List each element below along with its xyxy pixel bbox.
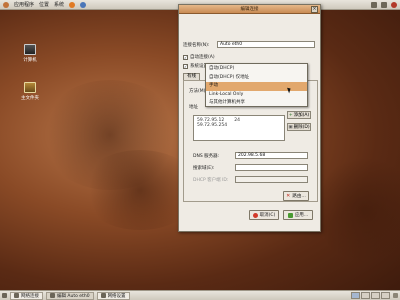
wallpaper-swirl: [320, 150, 400, 270]
delete-address-button[interactable]: ▣ 删除(D): [287, 123, 311, 131]
taskbar-item-label: 网络设置: [107, 293, 126, 299]
delete-address-label: 删除(D): [293, 125, 310, 130]
add-icon: +: [288, 112, 293, 118]
edit-icon: [50, 293, 55, 298]
workspace-4[interactable]: [381, 292, 390, 299]
firefox-icon[interactable]: [69, 1, 76, 8]
trash-icon[interactable]: [393, 293, 398, 298]
connection-name-input[interactable]: Auto eth0: [217, 41, 315, 48]
menu-applications[interactable]: 应用程序: [14, 1, 34, 8]
menu-item-dhcp[interactable]: 自动(DHCP): [206, 65, 307, 74]
search-domains-label: 搜索域(E):: [193, 166, 215, 171]
search-domains-row: 搜索域(E):: [193, 165, 214, 171]
addresses-label: 地址: [189, 105, 198, 110]
show-desktop-icon[interactable]: [2, 293, 7, 298]
status-area: [371, 1, 397, 8]
menu-places[interactable]: 位置: [39, 1, 49, 8]
cancel-button[interactable]: 取消(C): [249, 210, 279, 220]
dhcp-client-row: DHCP 客户端 ID:: [193, 177, 228, 183]
menu-item-shared[interactable]: 与其他计算机共享: [206, 99, 307, 108]
close-icon[interactable]: ×: [311, 6, 318, 13]
help-icon[interactable]: [80, 1, 87, 8]
auto-connect-checkbox[interactable]: ✓: [183, 54, 188, 60]
connection-name-label: 连接名称(N):: [183, 43, 210, 48]
workspace-switcher[interactable]: [351, 292, 390, 299]
cancel-icon: [252, 212, 258, 218]
dhcp-client-label: DHCP 客户端 ID:: [193, 178, 229, 183]
desktop-icon-label: 计算机: [23, 58, 37, 63]
apply-button[interactable]: 应用…: [283, 210, 313, 220]
menu-item-dhcp-address-only[interactable]: 自动(DHCP) 仅地址: [206, 74, 307, 83]
dialog-titlebar[interactable]: 编辑连接 ×: [179, 5, 320, 14]
connection-name-row: 连接名称(N):: [183, 42, 209, 48]
menu-system[interactable]: 系统: [54, 1, 64, 8]
desktop-home[interactable]: 主文件夹: [19, 82, 41, 101]
system-settings-checkbox[interactable]: ✓: [183, 63, 188, 69]
workspace-2[interactable]: [361, 292, 370, 299]
dialog-title: 编辑连接: [240, 7, 259, 12]
address-list[interactable]: 59.72.95.12 24 59.72.95.254: [193, 115, 285, 141]
desktop-computer[interactable]: 计算机: [19, 44, 41, 63]
taskbar-item[interactable]: 网络设置: [96, 291, 130, 300]
tab-strip: 有线: [183, 73, 200, 80]
dns-input[interactable]: 202.98.5.68: [235, 152, 308, 159]
cancel-label: 取消(C): [259, 213, 276, 218]
dhcp-client-input[interactable]: [235, 176, 308, 183]
settings-icon: [100, 293, 106, 298]
taskbar-item-label: 网络连接: [21, 293, 39, 299]
add-address-button[interactable]: + 添加(A): [287, 111, 311, 119]
auto-connect-label: 自动连接(A): [190, 55, 215, 60]
computer-icon: [24, 44, 36, 55]
home-folder-icon: [24, 82, 36, 93]
auto-connect-row[interactable]: ✓ 自动连接(A): [183, 54, 215, 60]
ubuntu-logo-icon[interactable]: [3, 1, 9, 8]
menu-item-manual[interactable]: 手动: [206, 82, 307, 91]
taskbar-item[interactable]: 网络连接: [10, 291, 43, 300]
routes-icon: ✕: [286, 193, 291, 199]
taskbar-item[interactable]: 编辑 Auto eth0: [46, 291, 94, 300]
method-dropdown-menu[interactable]: 自动(DHCP) 自动(DHCP) 仅地址 手动 Link-Local Only…: [205, 63, 308, 107]
add-address-label: 添加(A): [293, 113, 310, 118]
addresses-row: 地址: [189, 104, 198, 110]
tab-wired[interactable]: 有线: [183, 73, 200, 80]
workspace-1[interactable]: [351, 292, 360, 299]
power-icon[interactable]: [391, 1, 397, 8]
network-icon[interactable]: [371, 1, 377, 8]
delete-icon: ▣: [288, 124, 293, 130]
desktop-icon-label: 主文件夹: [21, 96, 39, 101]
edit-connection-dialog: 编辑连接 × 连接名称(N): Auto eth0 ✓ 自动连接(A) ✓ 系统…: [178, 4, 321, 232]
taskbar-item-label: 编辑 Auto eth0: [57, 293, 90, 299]
routes-label: 路由…: [292, 194, 306, 199]
workspace-3[interactable]: [371, 292, 380, 299]
dns-label: DNS 服务器:: [193, 154, 220, 159]
address-prefix: 24: [234, 118, 240, 123]
search-domains-input[interactable]: [235, 164, 308, 171]
volume-icon[interactable]: [381, 1, 387, 8]
routes-button[interactable]: ✕ 路由…: [283, 191, 309, 201]
address-ip: 59.72.95.254: [197, 123, 228, 128]
bottom-panel: 网络连接 编辑 Auto eth0 网络设置: [0, 290, 400, 300]
list-item[interactable]: 59.72.95.254: [197, 123, 281, 128]
apply-icon: [287, 212, 293, 218]
apply-label: 应用…: [294, 213, 309, 218]
dns-row: DNS 服务器:: [193, 153, 219, 159]
network-icon: [14, 293, 19, 298]
